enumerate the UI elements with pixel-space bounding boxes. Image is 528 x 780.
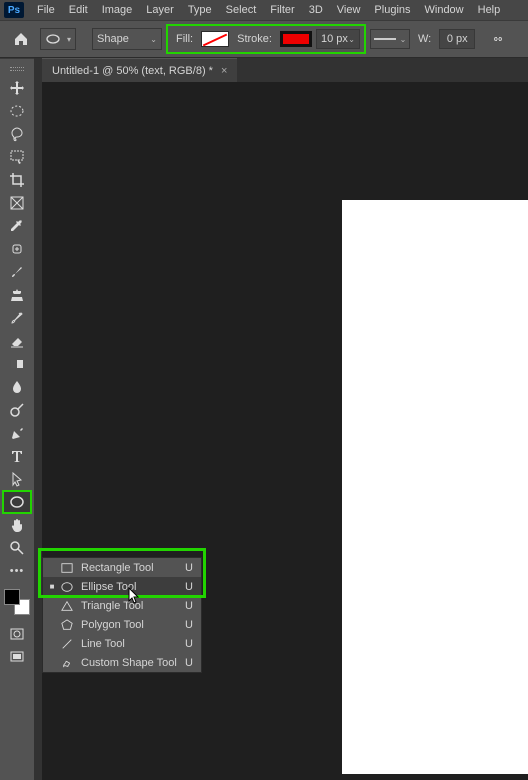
flyout-polygon-tool[interactable]: Polygon Tool U: [43, 615, 201, 634]
clone-stamp-tool[interactable]: [3, 284, 31, 306]
shape-tool[interactable]: [3, 491, 31, 513]
stroke-swatch[interactable]: [280, 31, 312, 47]
chevron-down-icon: ⌄: [348, 35, 355, 44]
menu-filter[interactable]: Filter: [263, 2, 301, 18]
menu-type[interactable]: Type: [181, 2, 219, 18]
flyout-custom-shape-tool[interactable]: Custom Shape Tool U: [43, 653, 201, 672]
color-swatches[interactable]: [4, 589, 30, 615]
workspace: [42, 82, 528, 780]
canvas[interactable]: [342, 200, 528, 774]
fill-swatch[interactable]: [201, 31, 229, 47]
menu-file[interactable]: File: [30, 2, 62, 18]
triangle-icon: [59, 598, 75, 614]
stroke-style-select[interactable]: ⌄: [370, 29, 410, 49]
close-tab-icon[interactable]: ×: [221, 65, 227, 77]
flyout-item-label: Polygon Tool: [81, 619, 144, 631]
menu-image[interactable]: Image: [95, 2, 140, 18]
hand-tool[interactable]: [3, 514, 31, 536]
menu-help[interactable]: Help: [471, 2, 508, 18]
stroke-width-field[interactable]: 10 px ⌄: [316, 29, 360, 49]
toolbar-handle-icon[interactable]: [5, 67, 29, 73]
dodge-tool[interactable]: [3, 399, 31, 421]
width-label: W:: [414, 33, 435, 45]
history-brush-tool[interactable]: [3, 307, 31, 329]
flyout-item-shortcut: U: [185, 638, 193, 650]
tool-bar: •••: [0, 58, 34, 780]
menu-plugins[interactable]: Plugins: [367, 2, 417, 18]
link-icon[interactable]: [489, 34, 507, 44]
move-tool[interactable]: [3, 77, 31, 99]
mouse-cursor-icon: [128, 587, 142, 608]
document-tab[interactable]: Untitled-1 @ 50% (text, RGB/8) * ×: [42, 58, 237, 82]
fill-label: Fill:: [172, 33, 197, 45]
tutorial-highlight: [38, 548, 206, 598]
custom-shape-icon: [59, 655, 75, 671]
chevron-down-icon: ▾: [67, 35, 71, 44]
object-selection-tool[interactable]: [3, 146, 31, 168]
menu-select[interactable]: Select: [219, 2, 264, 18]
document-tab-strip: Untitled-1 @ 50% (text, RGB/8) * ×: [0, 58, 528, 82]
eyedropper-tool[interactable]: [3, 215, 31, 237]
eraser-tool[interactable]: [3, 330, 31, 352]
shape-mode-select[interactable]: Shape ⌄: [92, 28, 162, 50]
lasso-tool[interactable]: [3, 123, 31, 145]
document-tab-title: Untitled-1 @ 50% (text, RGB/8) *: [52, 65, 213, 77]
flyout-item-label: Line Tool: [81, 638, 125, 650]
menu-window[interactable]: Window: [418, 2, 471, 18]
stroke-label: Stroke:: [233, 33, 276, 45]
flyout-item-shortcut: U: [185, 657, 193, 669]
menu-view[interactable]: View: [330, 2, 368, 18]
chevron-down-icon: ⌄: [400, 35, 407, 44]
edit-toolbar-button[interactable]: •••: [3, 560, 31, 582]
flyout-item-shortcut: U: [185, 619, 193, 631]
path-selection-tool[interactable]: [3, 468, 31, 490]
quick-mask-button[interactable]: [3, 623, 31, 645]
crop-tool[interactable]: [3, 169, 31, 191]
options-bar: ▾ Shape ⌄ Fill: Stroke: 10 px ⌄ ⌄ W: 0 p…: [0, 20, 528, 58]
stroke-width-value: 10 px: [321, 33, 348, 45]
width-field[interactable]: 0 px: [439, 29, 475, 49]
zoom-tool[interactable]: [3, 537, 31, 559]
home-button[interactable]: [6, 24, 36, 54]
foreground-color[interactable]: [4, 589, 20, 605]
menu-3d[interactable]: 3D: [302, 2, 330, 18]
tool-preset[interactable]: ▾: [40, 28, 76, 50]
solid-line-icon: [374, 38, 396, 40]
shape-mode-label: Shape: [97, 33, 129, 45]
menu-layer[interactable]: Layer: [139, 2, 181, 18]
type-tool[interactable]: [3, 445, 31, 467]
menu-bar: Ps File Edit Image Layer Type Select Fil…: [0, 0, 528, 20]
flyout-item-shortcut: U: [185, 600, 193, 612]
line-icon: [59, 636, 75, 652]
flyout-line-tool[interactable]: Line Tool U: [43, 634, 201, 653]
menu-edit[interactable]: Edit: [62, 2, 95, 18]
flyout-item-label: Custom Shape Tool: [81, 657, 177, 669]
polygon-icon: [59, 617, 75, 633]
fill-stroke-highlight: Fill: Stroke: 10 px ⌄: [166, 24, 366, 54]
screen-mode-button[interactable]: [3, 646, 31, 668]
gradient-tool[interactable]: [3, 353, 31, 375]
chevron-down-icon: ⌄: [150, 35, 157, 44]
pen-tool[interactable]: [3, 422, 31, 444]
blur-tool[interactable]: [3, 376, 31, 398]
healing-brush-tool[interactable]: [3, 238, 31, 260]
width-value: 0 px: [447, 33, 468, 45]
app-logo: Ps: [4, 2, 24, 18]
brush-tool[interactable]: [3, 261, 31, 283]
flyout-triangle-tool[interactable]: Triangle Tool U: [43, 596, 201, 615]
marquee-tool[interactable]: [3, 100, 31, 122]
frame-tool[interactable]: [3, 192, 31, 214]
